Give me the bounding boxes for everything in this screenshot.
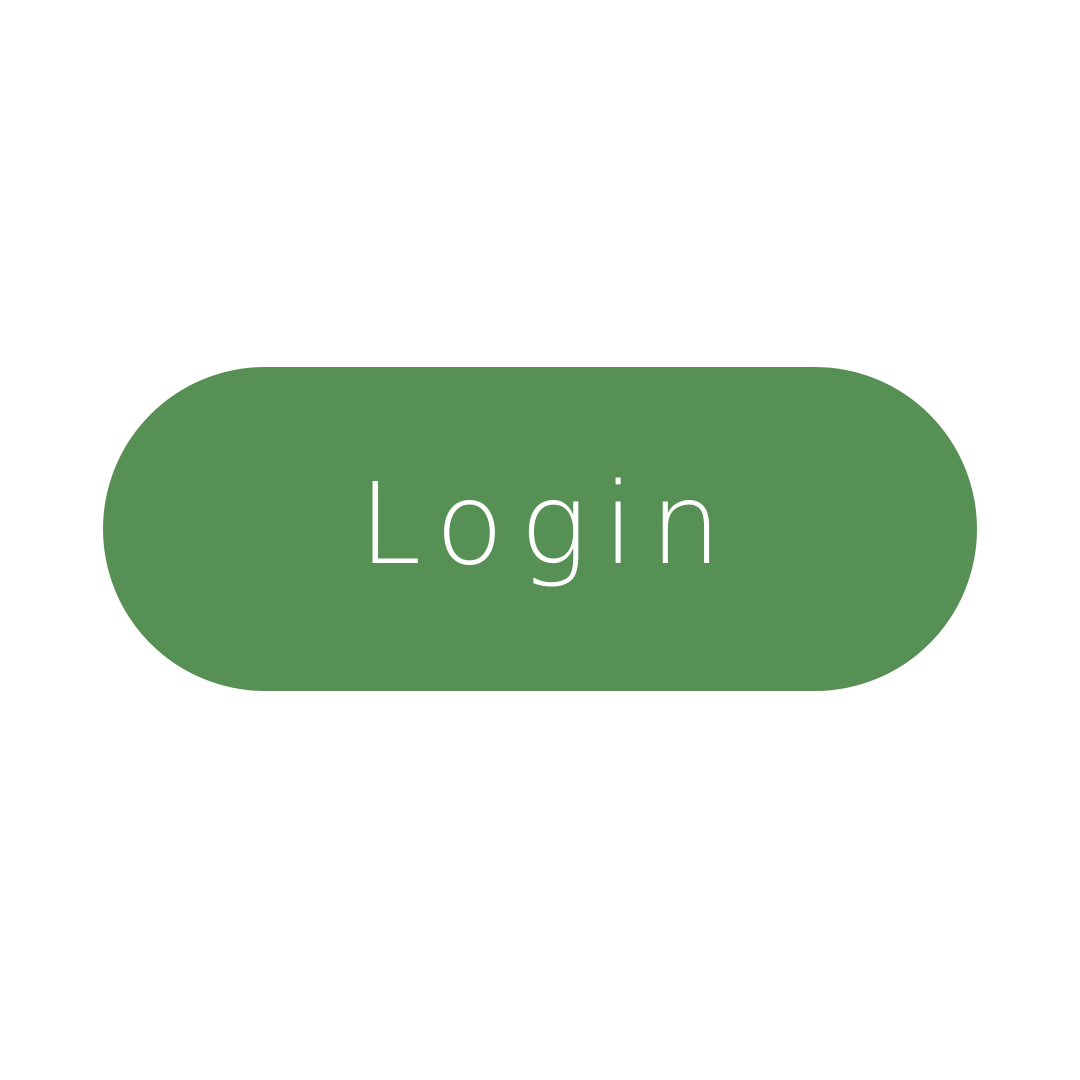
login-button-label: Login	[358, 460, 738, 590]
login-button[interactable]: Login	[103, 367, 977, 691]
page-canvas: Login	[0, 0, 1080, 1080]
